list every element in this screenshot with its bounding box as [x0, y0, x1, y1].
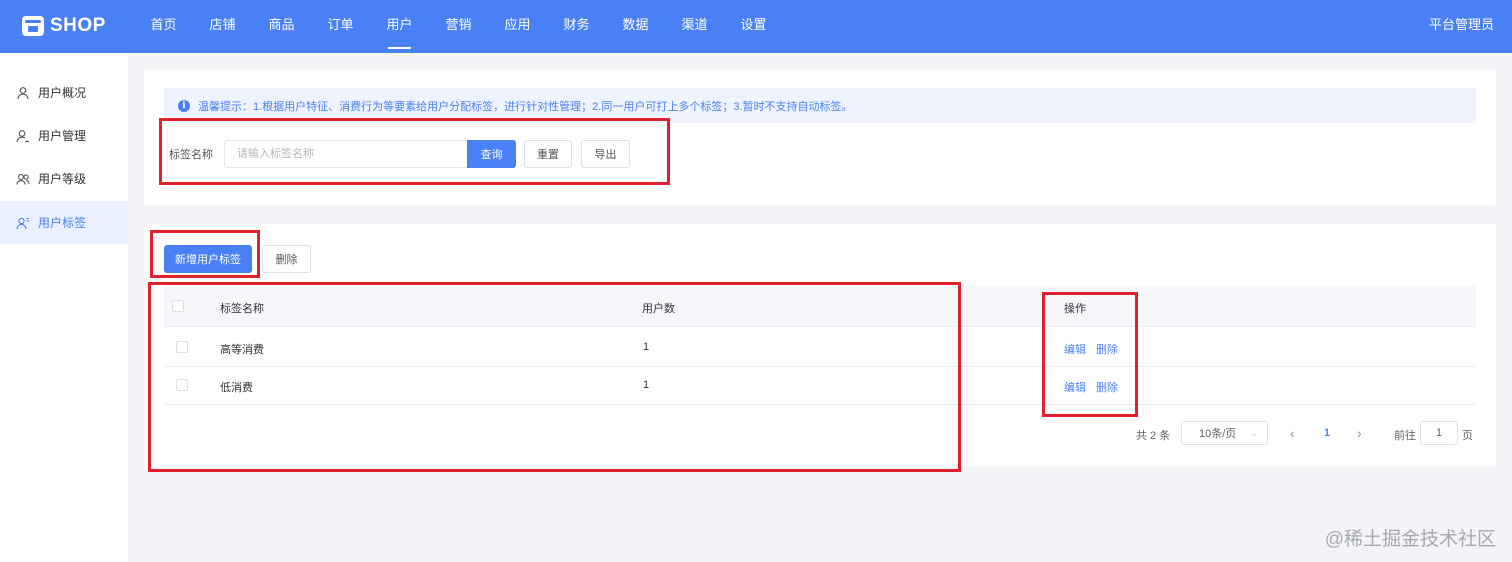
- nav-item-home[interactable]: 首页: [134, 0, 193, 53]
- user-group-icon: [16, 173, 30, 185]
- sidebar-item-label: 用户概况: [38, 86, 87, 100]
- row-divider: [164, 366, 1476, 367]
- delete-link[interactable]: 删除: [1096, 379, 1118, 395]
- tag-name-input[interactable]: [224, 140, 467, 168]
- chevron-down-icon: ⌄: [1250, 428, 1258, 438]
- nav-item-channels[interactable]: 渠道: [665, 0, 724, 53]
- sidebar-item-label: 用户标签: [38, 216, 87, 230]
- goto-label: 前往: [1394, 430, 1416, 442]
- column-header-user-count: 用户数: [642, 303, 675, 315]
- row-checkbox[interactable]: [176, 341, 188, 353]
- page-unit-label: 页: [1462, 430, 1473, 442]
- nav-item-orders[interactable]: 订单: [311, 0, 370, 53]
- nav-item-settings[interactable]: 设置: [724, 0, 783, 53]
- nav-item-products[interactable]: 商品: [252, 0, 311, 53]
- tip-banner: i 温馨提示：1.根据用户特征、消费行为等要素给用户分配标签，进行针对性管理；2…: [164, 88, 1476, 123]
- table-header: [164, 286, 1476, 327]
- reset-button[interactable]: 重置: [524, 140, 572, 168]
- top-navbar: SHOP 首页 店铺 商品 订单 用户 营销 应用 财务 数据 渠道 设置 平台…: [0, 0, 1512, 53]
- row-checkbox[interactable]: [176, 379, 188, 391]
- add-user-tag-button[interactable]: 新增用户标签: [164, 245, 252, 273]
- nav-item-marketing[interactable]: 营销: [429, 0, 488, 53]
- page-size-select[interactable]: 10条/页 ⌄: [1181, 421, 1268, 445]
- main-nav: 首页 店铺 商品 订单 用户 营销 应用 财务 数据 渠道 设置: [134, 0, 783, 53]
- edit-link[interactable]: 编辑: [1064, 379, 1086, 395]
- nav-item-finance[interactable]: 财务: [547, 0, 606, 53]
- user-manage-icon: [16, 129, 29, 142]
- brand-logo[interactable]: SHOP: [22, 13, 106, 39]
- sidebar-item-user-tag[interactable]: 用户标签: [0, 201, 128, 244]
- sidebar: 用户概况 用户管理 用户等级 用户标签: [0, 53, 128, 562]
- nav-item-users[interactable]: 用户: [370, 0, 429, 53]
- watermark: @稀土掘金技术社区: [1324, 529, 1496, 550]
- page-number-current[interactable]: 1: [1324, 427, 1330, 439]
- goto-page-input[interactable]: [1420, 421, 1458, 445]
- export-button[interactable]: 导出: [581, 140, 630, 168]
- delete-link[interactable]: 删除: [1096, 341, 1118, 357]
- tag-name-label: 标签名称: [169, 149, 213, 161]
- table-cell-user-count: 1: [643, 379, 650, 391]
- nav-item-store[interactable]: 店铺: [193, 0, 252, 53]
- table-cell-tag-name: 高等消费: [220, 344, 264, 356]
- sidebar-item-label: 用户等级: [38, 172, 87, 186]
- tip-text: 温馨提示：1.根据用户特征、消费行为等要素给用户分配标签，进行针对性管理；2.同…: [198, 100, 853, 113]
- sidebar-item-user-level[interactable]: 用户等级: [0, 157, 128, 200]
- next-page-icon[interactable]: ›: [1357, 425, 1362, 441]
- column-header-actions: 操作: [1064, 303, 1086, 315]
- sidebar-item-label: 用户管理: [38, 129, 87, 143]
- row-divider: [164, 326, 1476, 327]
- info-icon: i: [178, 99, 190, 112]
- query-button[interactable]: 查询: [467, 140, 516, 168]
- brand-name: SHOP: [50, 15, 106, 36]
- sidebar-item-user-overview[interactable]: 用户概况: [0, 71, 128, 114]
- user-tag-icon: [16, 217, 29, 229]
- table-cell-tag-name: 低消费: [220, 382, 253, 394]
- nav-item-data[interactable]: 数据: [606, 0, 665, 53]
- pagination-total: 共 2 条: [1136, 430, 1171, 442]
- nav-item-apps[interactable]: 应用: [488, 0, 547, 53]
- shop-icon: [22, 16, 44, 36]
- prev-page-icon[interactable]: ‹: [1290, 425, 1295, 441]
- select-all-checkbox[interactable]: [172, 300, 184, 312]
- user-icon: [17, 86, 29, 99]
- column-header-tag-name: 标签名称: [220, 303, 264, 315]
- row-divider: [164, 404, 1476, 405]
- batch-delete-button[interactable]: 删除: [262, 245, 311, 273]
- admin-account[interactable]: 平台管理员: [1429, 0, 1494, 50]
- sidebar-item-user-manage[interactable]: 用户管理: [0, 114, 128, 157]
- edit-link[interactable]: 编辑: [1064, 341, 1086, 357]
- table-cell-user-count: 1: [643, 341, 650, 353]
- page-size-value: 10条/页: [1199, 428, 1237, 440]
